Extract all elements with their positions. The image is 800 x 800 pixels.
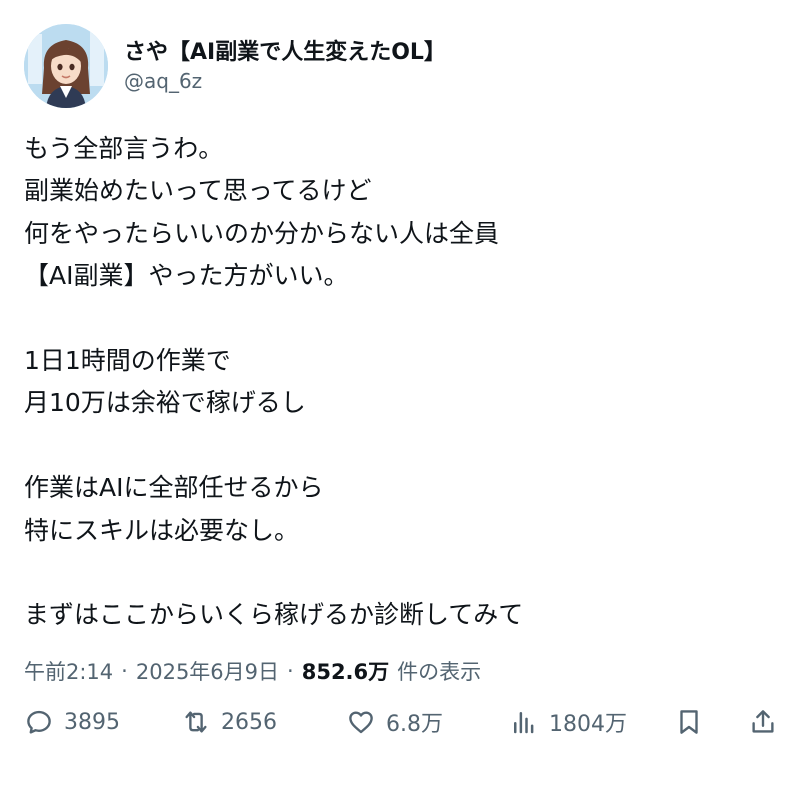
- views-button[interactable]: 1804万: [509, 700, 627, 744]
- like-count: 6.8万: [386, 712, 443, 737]
- post-time[interactable]: 午前2:14: [24, 656, 113, 686]
- reply-count: 3895: [64, 709, 120, 735]
- post-meta: 午前2:14 · 2025年6月9日 · 852.6万 件の表示: [24, 654, 481, 688]
- post-header: さや【AI副業で人生変えたOL】 @aq_6z: [24, 24, 446, 108]
- views-count: 1804万: [549, 712, 627, 737]
- user-handle[interactable]: @aq_6z: [124, 68, 446, 94]
- heart-icon: [349, 711, 373, 734]
- post-line: [24, 552, 776, 594]
- display-name[interactable]: さや【AI副業で人生変えたOL】: [124, 38, 446, 68]
- meta-separator: ·: [121, 659, 128, 683]
- author-names: さや【AI副業で人生変えたOL】 @aq_6z: [124, 24, 446, 108]
- share-button[interactable]: [748, 700, 778, 744]
- avatar-illustration-icon: [24, 24, 108, 108]
- post-line: 何をやったらいいのか分からない人は全員: [24, 218, 500, 248]
- reply-icon: [27, 710, 51, 734]
- post-line: [24, 298, 776, 340]
- post: さや【AI副業で人生変えたOL】 @aq_6z もう全部言うわ。 副業始めたいっ…: [0, 0, 800, 800]
- action-bar: 3895 2656 6.8万 1804万: [24, 700, 784, 744]
- view-count-label: 件の表示: [397, 660, 482, 684]
- bookmark-icon: [680, 710, 698, 734]
- meta-separator: ·: [287, 659, 294, 683]
- post-line: 特にスキルは必要なし。: [24, 515, 300, 545]
- view-count: 852.6万: [301, 660, 390, 684]
- reply-button[interactable]: 3895: [24, 700, 120, 744]
- post-line: 作業はAIに全部任せるから: [24, 473, 324, 503]
- avatar[interactable]: [24, 24, 108, 108]
- bookmark-button[interactable]: [674, 700, 704, 744]
- share-icon: [752, 710, 774, 733]
- like-button[interactable]: 6.8万: [346, 700, 443, 744]
- post-line: 1日1時間の作業で: [24, 345, 231, 375]
- post-line: 【AI副業】やった方がいい。: [24, 261, 349, 291]
- analytics-icon: [514, 712, 534, 734]
- post-line: まずはここからいくら稼げるか診断してみて: [24, 600, 524, 630]
- repost-count: 2656: [221, 709, 277, 735]
- post-line: 副業始めたいって思ってるけど: [24, 176, 372, 206]
- post-text: もう全部言うわ。 副業始めたいって思ってるけど 何をやったらいいのか分からない人…: [24, 128, 776, 637]
- post-line: もう全部言うわ。: [24, 134, 224, 163]
- post-date[interactable]: 2025年6月9日: [136, 656, 279, 686]
- repost-icon: [185, 711, 207, 733]
- post-line: [24, 425, 776, 467]
- post-line: 月10万は余裕で稼げるし: [24, 388, 306, 418]
- repost-button[interactable]: 2656: [181, 700, 277, 744]
